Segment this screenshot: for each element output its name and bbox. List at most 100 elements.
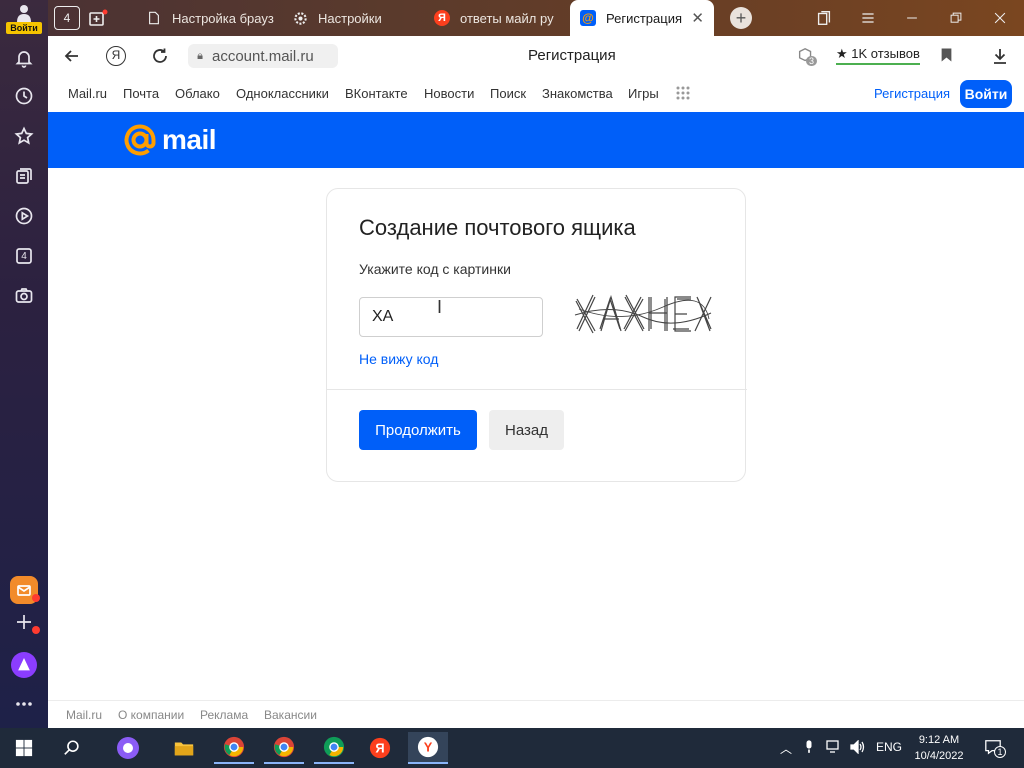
footer-link-mailru[interactable]: Mail.ru bbox=[66, 708, 102, 722]
text-cursor-icon: I bbox=[437, 297, 443, 317]
tab-title: Настройки bbox=[318, 10, 382, 26]
history-icon[interactable] bbox=[12, 84, 36, 108]
nav-vk[interactable]: ВКонтакте bbox=[345, 86, 408, 101]
minimize-icon[interactable] bbox=[902, 8, 922, 28]
extension-icon[interactable]: 3 bbox=[796, 46, 818, 71]
reviews-badge[interactable]: ★ 1K отзывов bbox=[836, 46, 920, 65]
restore-icon[interactable] bbox=[946, 8, 966, 28]
nav-ok[interactable]: Одноклассники bbox=[236, 86, 329, 101]
captcha-image bbox=[574, 294, 712, 334]
footer-link-jobs[interactable]: Вакансии bbox=[264, 708, 317, 722]
tab-overview-button[interactable]: 4 bbox=[54, 6, 80, 30]
tabs-counter-icon[interactable]: 4 bbox=[12, 244, 36, 268]
nav-login-button[interactable]: Войти bbox=[960, 80, 1012, 108]
nav-search[interactable]: Поиск bbox=[490, 86, 526, 101]
nav-news[interactable]: Новости bbox=[424, 86, 474, 101]
nav-oblako[interactable]: Облако bbox=[175, 86, 220, 101]
back-button[interactable]: Назад bbox=[489, 410, 564, 450]
mail-logo[interactable]: mail bbox=[122, 122, 217, 158]
yandex-browser-active-icon[interactable]: Y bbox=[408, 732, 448, 764]
tray-chevron-icon[interactable]: ︿ bbox=[780, 740, 792, 757]
tab-answers-mail[interactable]: Я ответы майл ру bbox=[434, 0, 564, 36]
notifications-icon[interactable]: 1 bbox=[984, 738, 1006, 761]
windows-start-icon[interactable] bbox=[4, 732, 44, 764]
nav-dating[interactable]: Знакомства bbox=[542, 86, 613, 101]
chrome-profile-2-icon[interactable] bbox=[314, 732, 354, 764]
volume-icon[interactable] bbox=[850, 739, 866, 757]
cant-see-code-link[interactable]: Не вижу код bbox=[359, 351, 438, 367]
footer-link-ads[interactable]: Реклама bbox=[200, 708, 248, 722]
back-arrow-icon[interactable] bbox=[62, 46, 82, 71]
search-icon[interactable] bbox=[52, 732, 92, 764]
notification-count: 1 bbox=[994, 746, 1006, 758]
lock-icon[interactable]: 🔒︎ bbox=[188, 50, 212, 63]
clock-date: 10/4/2022 bbox=[914, 750, 964, 762]
menu-icon[interactable] bbox=[858, 8, 878, 28]
tab-strip: 4 Настройка брауз Настройки Я ответы май… bbox=[48, 0, 1024, 36]
yandex-home-icon[interactable]: Я bbox=[106, 46, 126, 66]
more-icon[interactable] bbox=[12, 692, 36, 716]
close-window-icon[interactable] bbox=[990, 8, 1010, 28]
tab-title: Настройка брауз bbox=[172, 10, 274, 26]
divider bbox=[327, 389, 747, 390]
close-tab-icon[interactable]: ✕ bbox=[691, 9, 704, 27]
captcha-label: Укажите код с картинки bbox=[359, 261, 511, 277]
user-icon bbox=[17, 5, 31, 22]
signup-card: Создание почтового ящика Укажите код с к… bbox=[326, 188, 747, 482]
reload-icon[interactable] bbox=[150, 46, 170, 71]
brand-header: mail bbox=[48, 112, 1024, 168]
card-title: Создание почтового ящика bbox=[359, 215, 636, 240]
microphone-icon[interactable] bbox=[804, 740, 814, 757]
play-icon[interactable] bbox=[12, 204, 36, 228]
chrome-icon[interactable] bbox=[214, 732, 254, 764]
new-tab-button[interactable]: + bbox=[730, 7, 752, 29]
tab-overview-count: 4 bbox=[63, 11, 71, 25]
yandex-browser-icon[interactable]: Я bbox=[360, 732, 400, 764]
screenshot-icon[interactable] bbox=[12, 284, 36, 308]
network-icon[interactable] bbox=[826, 740, 842, 757]
nav-pochta[interactable]: Почта bbox=[123, 86, 159, 101]
language-indicator[interactable]: ENG bbox=[876, 740, 902, 754]
clock-time: 9:12 AM bbox=[918, 734, 960, 746]
page-footer: Mail.ru О компании Реклама Вакансии bbox=[48, 700, 1024, 728]
yandex-icon: Я bbox=[434, 10, 450, 26]
nav-games[interactable]: Игры bbox=[628, 86, 659, 101]
sidebar-login-label: Войти bbox=[6, 22, 42, 34]
apps-grid-icon[interactable] bbox=[676, 86, 690, 105]
nav-register-link[interactable]: Регистрация bbox=[874, 86, 950, 101]
file-explorer-icon[interactable] bbox=[164, 732, 204, 764]
footer-link-company[interactable]: О компании bbox=[118, 708, 184, 722]
bell-icon[interactable] bbox=[12, 46, 36, 70]
new-tab-group-icon[interactable] bbox=[88, 8, 108, 28]
page-content: Создание почтового ящика Укажите код с к… bbox=[48, 168, 1024, 700]
gear-icon bbox=[292, 10, 308, 26]
tab-registration[interactable]: @ Регистрация ✕ bbox=[570, 0, 714, 36]
clock[interactable]: 9:12 AM 10/4/2022 bbox=[906, 732, 972, 764]
tab-title: ответы майл ру bbox=[460, 10, 554, 26]
captcha-input[interactable] bbox=[359, 297, 543, 337]
nav-mailru[interactable]: Mail.ru bbox=[68, 86, 107, 101]
tab-browser-settings[interactable]: Настройка брауз bbox=[146, 0, 274, 36]
tabs-counter: 4 bbox=[21, 250, 27, 262]
collections-icon[interactable] bbox=[12, 164, 36, 188]
add-panel-icon[interactable] bbox=[12, 610, 40, 634]
star-icon[interactable] bbox=[12, 124, 36, 148]
tab-settings[interactable]: Настройки bbox=[292, 0, 422, 36]
alice-taskbar-icon[interactable] bbox=[108, 732, 148, 764]
url-field[interactable]: 🔒︎ account.mail.ru bbox=[188, 44, 338, 68]
continue-button[interactable]: Продолжить bbox=[359, 410, 477, 450]
chrome-profile-icon[interactable] bbox=[264, 732, 304, 764]
browser-sidebar: Войти 4 bbox=[0, 0, 48, 728]
mail-app-icon[interactable] bbox=[10, 576, 40, 604]
page-title: Регистрация bbox=[528, 47, 616, 64]
address-bar: Я 🔒︎ account.mail.ru Регистрация 3 ★ 1K … bbox=[48, 36, 1024, 76]
bookmarks-panel-icon[interactable] bbox=[814, 8, 834, 28]
mail-at-icon: @ bbox=[580, 10, 596, 26]
alice-icon[interactable] bbox=[11, 652, 37, 678]
bookmark-icon[interactable] bbox=[940, 47, 953, 68]
sidebar-login-button[interactable]: Войти bbox=[6, 4, 42, 34]
windows-taskbar: Я Y ︿ ENG 9:12 AM 10/4/2022 1 bbox=[0, 728, 1024, 768]
logo-wordmark: mail bbox=[162, 124, 217, 155]
extension-badge: 3 bbox=[806, 56, 818, 66]
download-icon[interactable] bbox=[990, 46, 1010, 71]
